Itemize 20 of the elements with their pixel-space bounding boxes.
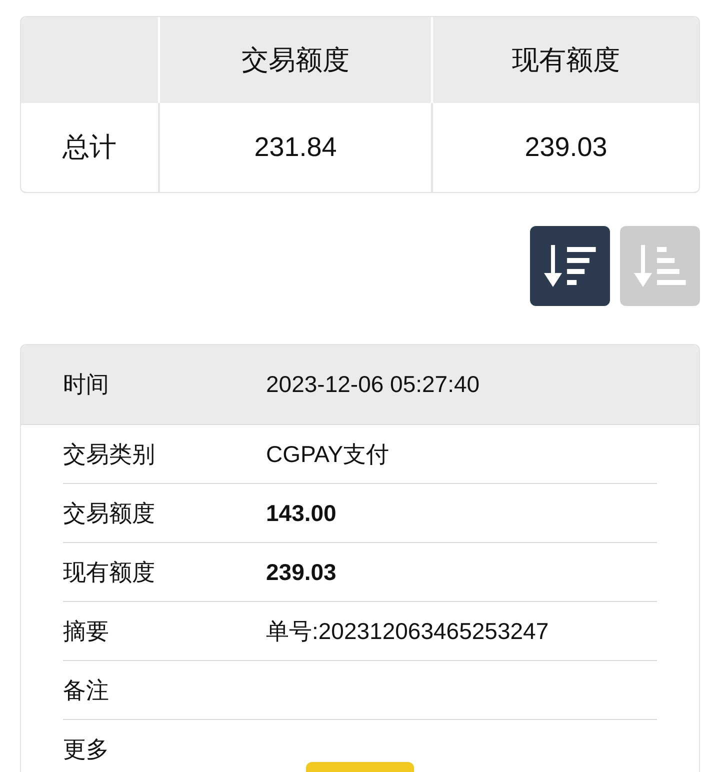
table-cell-text: 231.84 (254, 131, 337, 164)
field-label: 更多 (63, 734, 110, 764)
sort-ascending-icon (633, 243, 687, 289)
table-cell-text: 总计 (62, 131, 116, 164)
field-value: CGPAY支付 (266, 440, 390, 469)
sort-descending-icon (543, 243, 597, 289)
field-label: 交易类别 (63, 440, 156, 469)
field-value: 单号:202312063465253247 (266, 616, 549, 646)
field-label: 现有额度 (63, 558, 156, 587)
field-label: 时间 (63, 370, 110, 400)
field-value: 2023-12-06 05:27:40 (266, 370, 480, 400)
field-value: 239.03 (266, 558, 336, 587)
table-cell-text: 239.03 (524, 131, 608, 164)
column-header: 现有额度 (512, 44, 620, 77)
column-header: 交易额度 (242, 44, 350, 77)
sort-button[interactable] (530, 226, 610, 306)
field-label: 交易额度 (63, 498, 156, 528)
field-label: 备注 (63, 676, 110, 705)
field-label: 摘要 (63, 616, 110, 646)
field-value: 143.00 (266, 498, 336, 528)
